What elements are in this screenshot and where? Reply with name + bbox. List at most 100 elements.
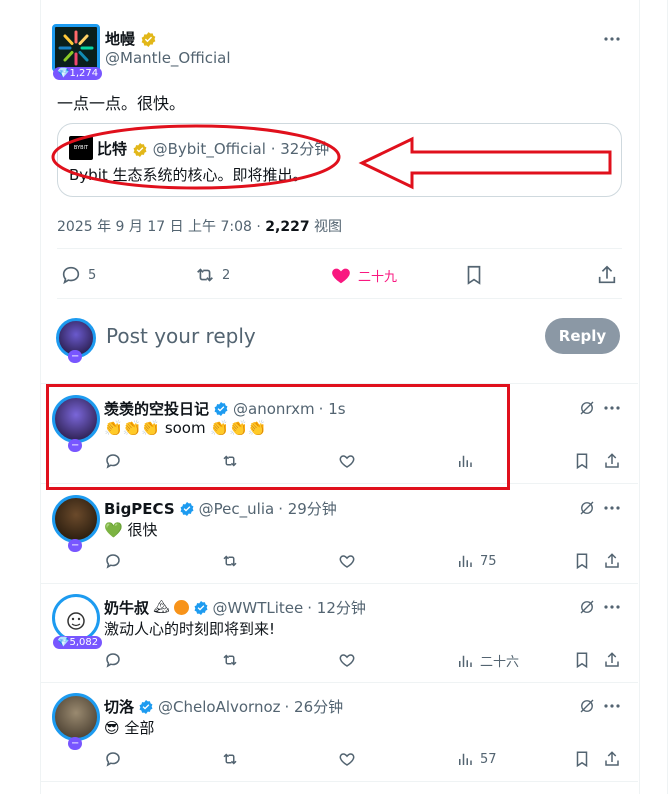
verified-blue-icon — [179, 501, 195, 517]
reply-button[interactable]: Reply — [545, 318, 620, 354]
repost-icon[interactable] — [220, 750, 240, 768]
post-meta: 2025 年 9 月 17 日 上午 7:08 · 2,227 视图 — [57, 216, 342, 236]
views-action[interactable]: 二十六 — [456, 651, 519, 670]
share-icon[interactable] — [603, 651, 621, 669]
more-options-icon[interactable] — [603, 598, 621, 616]
bookmark-icon[interactable] — [573, 651, 591, 669]
views-count: 2,227 — [265, 219, 310, 235]
more-options-icon[interactable] — [603, 697, 621, 715]
reply-header: BigPECS @Pec_ulia · 29分钟 — [104, 498, 337, 519]
reply-header: 切洛 @CheloAlvornoz · 26分钟 — [104, 696, 343, 717]
reply-avatar[interactable] — [52, 594, 100, 642]
more-options-icon[interactable] — [603, 399, 621, 417]
orange-circle-icon — [173, 600, 189, 615]
analytics-icon — [456, 552, 474, 570]
more-options-icon[interactable] — [603, 30, 621, 48]
analytics-icon — [456, 750, 474, 768]
bookmark-icon[interactable] — [573, 552, 591, 570]
like-action[interactable]: 二十九 — [330, 264, 397, 286]
annotation-box — [46, 384, 510, 490]
share-icon[interactable] — [596, 264, 618, 286]
grok-icon[interactable] — [578, 499, 596, 517]
reply-time[interactable]: · 12分钟 — [307, 597, 366, 618]
mantle-avatar[interactable] — [52, 24, 100, 72]
grok-icon[interactable] — [578, 697, 596, 715]
reply-text: 很快 — [127, 521, 158, 539]
avatar-badge: 💎1,274 — [53, 67, 103, 80]
annotation-highlight — [51, 124, 612, 190]
share-icon[interactable] — [603, 750, 621, 768]
reply-author-handle[interactable]: @Pec_ulia — [199, 500, 275, 518]
sidebar-divider — [667, 0, 668, 794]
badge-gem-icon: 💎 — [57, 637, 70, 648]
reply-author-name[interactable]: 切洛 — [104, 696, 134, 717]
badge-gem-icon: 💎 — [57, 68, 70, 79]
reply-icon[interactable] — [104, 651, 122, 669]
verified-blue-icon — [138, 699, 154, 715]
verified-blue-icon — [193, 600, 209, 616]
reply-author-name[interactable]: BigPECS — [104, 500, 175, 518]
heart-icon[interactable] — [338, 552, 356, 570]
heart-icon[interactable] — [338, 750, 356, 768]
reply-text: 全部 — [124, 719, 155, 737]
reply-emoji: 💚 — [104, 521, 123, 539]
post-text: 一点一点。很快。 — [57, 94, 186, 113]
heart-icon[interactable] — [338, 651, 356, 669]
heart-filled-icon — [330, 264, 352, 286]
views-label: 视图 — [314, 219, 343, 235]
repost-icon[interactable] — [220, 552, 240, 570]
grok-icon[interactable] — [578, 399, 596, 417]
author-name-row: 地幔 — [105, 28, 157, 49]
reply-count: 5 — [88, 267, 97, 283]
reply-emoji: 😎 — [104, 719, 120, 737]
verified-gold-icon — [140, 31, 157, 48]
divider — [41, 781, 638, 782]
reply-author-name[interactable]: 奶牛叔 — [104, 597, 149, 618]
repost-action[interactable]: 2 — [194, 264, 230, 286]
views-count: 二十六 — [480, 655, 520, 670]
repost-count: 2 — [222, 267, 231, 283]
divider — [57, 248, 622, 249]
reply-header: 奶牛叔 🏔 @WWTLitee · 12分钟 — [104, 597, 366, 618]
reply-icon[interactable] — [104, 552, 122, 570]
author-handle[interactable]: @Mantle_Official — [105, 49, 231, 67]
divider — [41, 583, 638, 584]
reply-body: 😎 全部 — [104, 717, 154, 738]
like-count: 二十九 — [358, 269, 398, 285]
reply-time[interactable]: · 26分钟 — [285, 696, 344, 717]
bookmark-icon[interactable] — [573, 452, 591, 470]
share-icon[interactable] — [603, 552, 621, 570]
more-options-icon[interactable] — [603, 499, 621, 517]
reply-time[interactable]: · 29分钟 — [278, 498, 337, 519]
views-action[interactable]: 57 — [456, 750, 497, 768]
bookmark-icon[interactable] — [463, 264, 485, 286]
reply-body: 激动人心的时刻即将到来! — [104, 618, 275, 639]
views-count: 57 — [480, 751, 497, 767]
bookmark-icon[interactable] — [573, 750, 591, 768]
mountain-icon: 🏔 — [153, 600, 170, 615]
divider — [41, 682, 638, 683]
analytics-icon — [456, 652, 474, 670]
author-name[interactable]: 地幔 — [105, 30, 135, 48]
avatar-badge: 💎5,082 — [53, 636, 103, 649]
repost-icon — [194, 264, 216, 286]
reply-icon — [60, 264, 82, 286]
reply-text: 激动人心的时刻即将到来! — [104, 620, 276, 638]
badge-count: 1,274 — [69, 68, 99, 79]
divider — [57, 298, 622, 299]
reply-action[interactable]: 5 — [60, 264, 96, 286]
repost-icon[interactable] — [220, 651, 240, 669]
views-count: 75 — [480, 553, 497, 569]
views-action[interactable]: 75 — [456, 552, 497, 570]
grok-icon[interactable] — [578, 598, 596, 616]
post-date[interactable]: 2025 年 9 月 17 日 上午 7:08 · — [57, 219, 261, 235]
reply-author-handle[interactable]: @WWTLitee — [213, 599, 304, 617]
reply-avatar[interactable] — [52, 495, 100, 543]
badge-count: 5,082 — [69, 637, 99, 648]
reply-body: 💚 很快 — [104, 519, 157, 540]
reply-input[interactable]: Post your reply — [106, 324, 256, 348]
reply-author-handle[interactable]: @CheloAlvornoz — [158, 698, 281, 716]
reply-avatar[interactable] — [52, 693, 100, 741]
reply-icon[interactable] — [104, 750, 122, 768]
share-icon[interactable] — [603, 452, 621, 470]
